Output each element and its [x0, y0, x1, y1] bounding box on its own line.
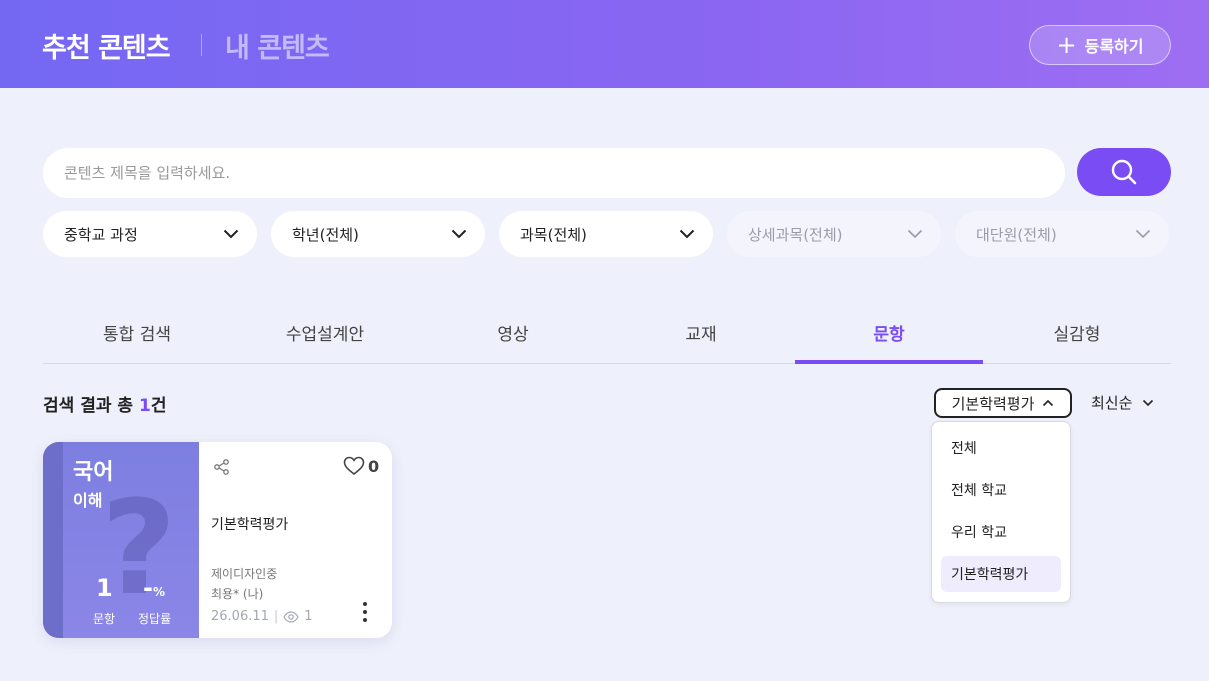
like-count: 0: [368, 456, 380, 476]
tab-divider: [201, 34, 202, 56]
register-button-label: 등록하기: [1084, 37, 1144, 56]
card-views: 1: [304, 609, 313, 624]
card-subject: 국어: [73, 460, 114, 485]
result-prefix: 검색 결과 총: [43, 396, 139, 416]
chevron-down-icon: [451, 229, 467, 239]
search-button[interactable]: [1077, 148, 1171, 196]
filter-subject[interactable]: 과목(전체): [499, 211, 713, 257]
filter-label: 중학교 과정: [64, 225, 138, 244]
tab-textbook[interactable]: 교재: [607, 302, 795, 363]
card-meta: 26.06.11 | 1: [211, 609, 313, 624]
tab-my-content[interactable]: 내 콘텐츠: [225, 26, 330, 65]
chevron-down-icon: [223, 229, 239, 239]
card-thumbnail: ? 국어 이해 1 문항 -% 정답률: [43, 442, 199, 638]
tab-questions[interactable]: 문항: [795, 302, 983, 364]
accuracy-unit: %: [152, 585, 165, 599]
content-type-tabs: 통합 검색 수업설계안 영상 교재 문항 실감형: [43, 302, 1171, 364]
question-count-label: 문항: [93, 612, 116, 626]
tab-immersive[interactable]: 실감형: [983, 302, 1171, 363]
search-bar: [43, 148, 1065, 198]
filter-grade[interactable]: 학년(전체): [271, 211, 485, 257]
filter-label: 상세과목(전체): [748, 225, 843, 244]
chevron-down-icon: [1143, 399, 1154, 406]
search-input[interactable]: [64, 164, 1065, 182]
dropdown-option-selected[interactable]: 기본학력평가: [941, 556, 1061, 592]
card-author: 제이디자인중: [211, 567, 278, 581]
chevron-down-icon: [907, 229, 923, 239]
result-count: 검색 결과 총 1건: [43, 391, 166, 416]
filter-label: 학년(전체): [292, 225, 359, 244]
share-button[interactable]: [213, 458, 231, 480]
tab-lesson-plan[interactable]: 수업설계안: [231, 302, 419, 363]
chevron-down-icon: [679, 229, 695, 239]
category-dropdown-value: 기본학력평가: [951, 394, 1035, 413]
card-title[interactable]: 기본학력평가: [211, 514, 288, 534]
share-icon: [214, 459, 229, 475]
heart-icon: [343, 456, 365, 476]
sort-value: 최신순: [1091, 394, 1133, 412]
dropdown-option[interactable]: 우리 학교: [941, 514, 1061, 550]
question-count: 1: [96, 574, 113, 602]
card-stripe: [43, 442, 63, 638]
chevron-up-icon: [1043, 399, 1054, 407]
meta-divider: |: [273, 609, 279, 624]
result-suffix: 건: [150, 396, 167, 416]
top-header: 추천 콘텐츠 내 콘텐츠 + 등록하기: [0, 0, 1209, 88]
tab-recommended-content[interactable]: 추천 콘텐츠: [42, 26, 171, 65]
card-usage: 최용* (나): [211, 587, 264, 601]
kebab-dot: [363, 602, 367, 606]
chevron-down-icon: [1135, 229, 1151, 239]
accuracy-rate: -%: [143, 574, 165, 602]
filter-label: 대단원(전체): [976, 225, 1057, 244]
dropdown-option[interactable]: 전체: [941, 430, 1061, 466]
tab-integrated-search[interactable]: 통합 검색: [43, 302, 231, 363]
filter-unit: 대단원(전체): [955, 211, 1169, 257]
kebab-dot: [363, 610, 367, 614]
eye-icon: [283, 610, 299, 623]
kebab-dot: [363, 618, 367, 622]
search-icon: [1111, 159, 1137, 185]
filter-school-level[interactable]: 중학교 과정: [43, 211, 257, 257]
category-dropdown[interactable]: 기본학력평가: [934, 388, 1072, 418]
accuracy-value: -: [143, 574, 153, 602]
like-button[interactable]: 0: [343, 456, 379, 476]
result-number: 1: [138, 396, 151, 416]
more-options-icon[interactable]: [361, 600, 369, 624]
card-sub-subject: 이해: [73, 491, 103, 510]
content-card[interactable]: ? 국어 이해 1 문항 -% 정답률 0 기본학력평가 제이디자인중 최용* …: [43, 442, 392, 638]
filter-detail-subject: 상세과목(전체): [727, 211, 941, 257]
register-button[interactable]: + 등록하기: [1029, 25, 1171, 65]
card-date: 26.06.11: [211, 609, 269, 624]
tab-video[interactable]: 영상: [419, 302, 607, 363]
filter-label: 과목(전체): [520, 225, 587, 244]
dropdown-option[interactable]: 전체 학교: [941, 472, 1061, 508]
accuracy-label: 정답률: [138, 612, 172, 626]
plus-icon: +: [1056, 31, 1077, 59]
card-details: 0 기본학력평가 제이디자인중 최용* (나) 26.06.11 | 1: [199, 442, 392, 638]
sort-dropdown[interactable]: 최신순: [1091, 392, 1154, 413]
category-dropdown-menu: 전체 전체 학교 우리 학교 기본학력평가: [931, 421, 1071, 603]
